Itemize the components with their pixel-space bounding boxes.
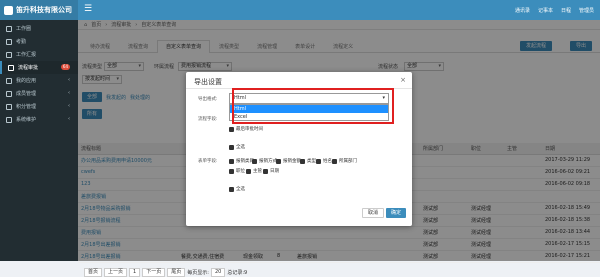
top-navbar: 笛升科技有限公司 ☰ 通讯录 记事本 日程 管理员 [0, 0, 600, 20]
page-size-label: 每页显示: [187, 269, 209, 276]
brand-name: 笛升科技有限公司 [16, 6, 72, 14]
last-page-button[interactable]: 尾页 [167, 267, 186, 277]
sidebar-item-label: 工作圈 [16, 26, 32, 32]
approval-count-badge: 64 [60, 64, 70, 70]
sidebar-item-label: 我的应用 [16, 78, 37, 84]
top-links: 通讯录 记事本 日程 管理员 [515, 0, 594, 20]
sidebar-item-points[interactable]: 积分管理 ‹ [0, 100, 78, 113]
total-records: 总记录:9 [227, 269, 248, 276]
chart-icon [6, 51, 12, 58]
monitor-icon [6, 25, 12, 32]
prev-page-button[interactable]: 上一页 [104, 267, 128, 277]
checkbox-field[interactable]: 职位 [229, 168, 245, 174]
sidebar-item-label: 流程审批 [18, 65, 39, 71]
apps-icon [6, 77, 12, 84]
company-logo-icon [4, 5, 13, 15]
checkbox-field[interactable]: 报销类目 [229, 158, 254, 164]
sidebar-item-label: 成员管理 [16, 91, 37, 97]
chevron-left-icon: ‹ [68, 103, 70, 109]
checkbox-field[interactable]: 类型 [300, 158, 316, 164]
pagination: 首页 上一页 1 下一页 尾页 每页显示: 20 总记录:9 [78, 267, 600, 277]
next-page-button[interactable]: 下一页 [142, 267, 166, 277]
sidebar-item-attendance[interactable]: 考勤 [0, 35, 78, 48]
sidebar-item-approval[interactable]: 流程审批 64 [0, 61, 78, 74]
confirm-button[interactable]: 确定 [386, 208, 407, 218]
sidebar-item-label: 系统维护 [16, 117, 37, 123]
checkbox-field[interactable]: 所属部门 [332, 158, 357, 164]
checkbox-latest-approval[interactable]: 最后审批时间 [229, 126, 263, 132]
checkbox-field[interactable]: 主管 [246, 168, 262, 174]
star-icon [6, 103, 12, 110]
gear-icon [6, 116, 12, 123]
page-size-select[interactable]: 20 [210, 267, 226, 277]
close-icon[interactable]: × [400, 76, 406, 84]
sidebar-item-report[interactable]: 工作汇报 [0, 48, 78, 61]
sidebar-item-workcircle[interactable]: 工作圈 [0, 22, 78, 35]
admin-menu[interactable]: 管理员 [579, 7, 594, 14]
checkbox-field[interactable]: 日期 [263, 168, 279, 174]
users-icon [6, 90, 12, 97]
sidebar-item-apps[interactable]: 我的应用 ‹ [0, 74, 78, 87]
brand[interactable]: 笛升科技有限公司 [0, 0, 78, 20]
sidebar-item-label: 工作汇报 [16, 52, 37, 58]
checkbox-field[interactable]: 报销金额 [276, 158, 301, 164]
sidebar-item-members[interactable]: 成员管理 ‹ [0, 87, 78, 100]
schedule-link[interactable]: 日程 [561, 7, 571, 14]
clock-icon [6, 38, 12, 45]
notebook-link[interactable]: 记事本 [538, 7, 553, 14]
chevron-left-icon: ‹ [68, 90, 70, 96]
form-field-label: 表单字段: [198, 159, 218, 164]
sidebar-item-label: 考勤 [16, 39, 27, 45]
checkbox-field[interactable]: 报销方式 [252, 158, 277, 164]
chevron-left-icon: ‹ [68, 116, 70, 122]
flow-icon [8, 64, 14, 71]
page-number[interactable]: 1 [129, 267, 141, 277]
chevron-left-icon: ‹ [68, 77, 70, 83]
menu-toggle-icon[interactable]: ☰ [84, 5, 92, 14]
checkbox-field[interactable]: 姓名 [316, 158, 332, 164]
sidebar-item-label: 积分管理 [16, 104, 37, 110]
highlight-annotation [232, 88, 394, 124]
dialog-title: 导出设置 [194, 78, 222, 86]
contacts-link[interactable]: 通讯录 [515, 7, 530, 14]
sidebar-item-system[interactable]: 系统维护 ‹ [0, 113, 78, 126]
flow-field-label: 流程字段: [198, 117, 218, 122]
sidebar: 工作圈 考勤 工作汇报 流程审批 64 我的应用 ‹ 成员管理 ‹ 积分管理 ‹ 系统维… [0, 20, 78, 261]
checkbox-select-all-form[interactable]: 全选 [229, 186, 245, 192]
cancel-button[interactable]: 取消 [362, 208, 385, 218]
checkbox-select-all-flow[interactable]: 全选 [229, 144, 245, 150]
first-page-button[interactable]: 首页 [84, 267, 103, 277]
format-label: 导出格式: [198, 97, 218, 102]
